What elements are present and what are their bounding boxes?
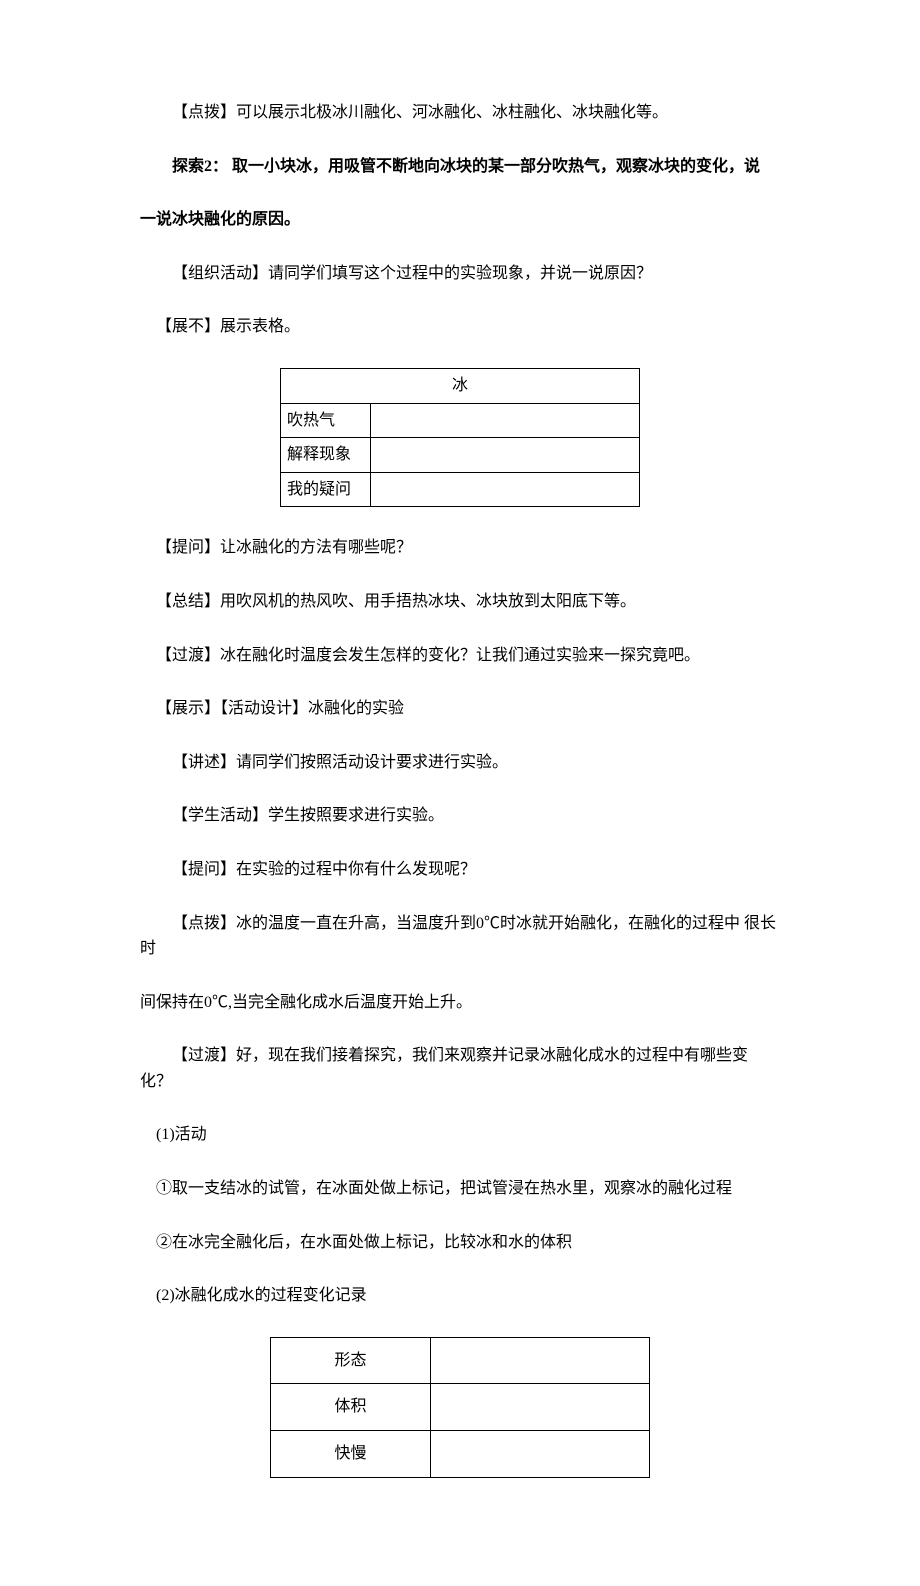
paragraph-summary: 【总结】用吹风机的热风吹、用手捂热冰块、冰块放到太阳底下等。 <box>140 589 780 615</box>
paragraph-question-discover: 【提问】在实验的过程中你有什么发现呢？ <box>140 857 780 883</box>
paragraph-student-activity: 【学生活动】学生按照要求进行实验。 <box>140 803 780 829</box>
paragraph-hint-temp-line2: 间保持在0℃,当完全融化成水后温度开始上升。 <box>140 990 780 1016</box>
paragraph-transition-2: 【过渡】好，现在我们接着探究，我们来观察并记录冰融化成水的过程中有哪些变 化？ <box>140 1043 780 1094</box>
table1-header: 冰 <box>281 368 640 403</box>
record-heading: (2)冰融化成水的过程变化记录 <box>140 1283 780 1309</box>
table2-row2-label: 快慢 <box>271 1431 431 1478</box>
table2-row1-label: 体积 <box>271 1384 431 1431</box>
paragraph-show-table: 【展不】展示表格。 <box>140 314 780 340</box>
explore-2-heading-line1: 探索2： 取一小块冰，用吸管不断地向冰块的某一部分吹热气，观察冰块的变化，说 <box>140 154 780 180</box>
table1-row2-label: 我的疑问 <box>281 472 371 507</box>
table-row: 体积 <box>271 1384 650 1431</box>
paragraph-question-methods: 【提问】让冰融化的方法有哪些呢？ <box>140 535 780 561</box>
table1-row2-value <box>371 472 640 507</box>
paragraph-activity-org: 【组织活动】请同学们填写这个过程中的实验现象，并说一说原因？ <box>140 261 780 287</box>
paragraph-show-activity: 【展示】【活动设计】冰融化的实验 <box>140 696 780 722</box>
activity-step-1: ①取一支结冰的试管，在冰面处做上标记，把试管浸在热水里，观察冰的融化过程 <box>140 1176 780 1202</box>
table-row: 形态 <box>271 1337 650 1384</box>
table-melting-record: 形态 体积 快慢 <box>270 1337 650 1478</box>
table2-row0-label: 形态 <box>271 1337 431 1384</box>
explore-2-heading-line2: 一说冰块融化的原因。 <box>140 207 780 233</box>
paragraph-hint: 【点拨】可以展示北极冰川融化、河冰融化、冰柱融化、冰块融化等。 <box>140 100 780 126</box>
paragraph-hint-temp-line1: 【点拨】冰的温度一直在升高，当温度升到0℃时冰就开始融化，在融化的过程中 很长时 <box>140 911 780 962</box>
activity-heading: (1)活动 <box>140 1122 780 1148</box>
paragraph-transition-1: 【过渡】冰在融化时温度会发生怎样的变化？让我们通过实验来一探究竟吧。 <box>140 643 780 669</box>
table-row: 解释现象 <box>281 438 640 473</box>
table1-row1-value <box>371 438 640 473</box>
table-row: 吹热气 <box>281 403 640 438</box>
table-ice-observation: 冰 吹热气 解释现象 我的疑问 <box>280 368 640 507</box>
table1-row0-label: 吹热气 <box>281 403 371 438</box>
paragraph-lecture: 【讲述】请同学们按照活动设计要求进行实验。 <box>140 750 780 776</box>
activity-step-2: ②在冰完全融化后，在水面处做上标记，比较冰和水的体积 <box>140 1230 780 1256</box>
table1-row0-value <box>371 403 640 438</box>
table2-row1-value <box>431 1384 650 1431</box>
table2-row0-value <box>431 1337 650 1384</box>
table2-row2-value <box>431 1431 650 1478</box>
table1-row1-label: 解释现象 <box>281 438 371 473</box>
table-row: 快慢 <box>271 1431 650 1478</box>
table-row: 我的疑问 <box>281 472 640 507</box>
